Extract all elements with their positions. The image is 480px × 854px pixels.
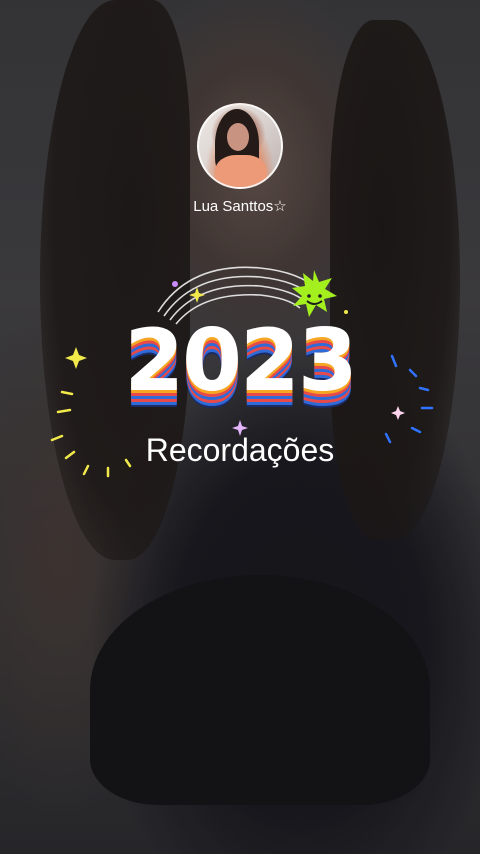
recap-subtitle: Recordações bbox=[145, 432, 335, 468]
recap-year: 2023 bbox=[124, 311, 357, 411]
dot-icon bbox=[172, 281, 178, 287]
recap-decoration bbox=[50, 266, 434, 478]
